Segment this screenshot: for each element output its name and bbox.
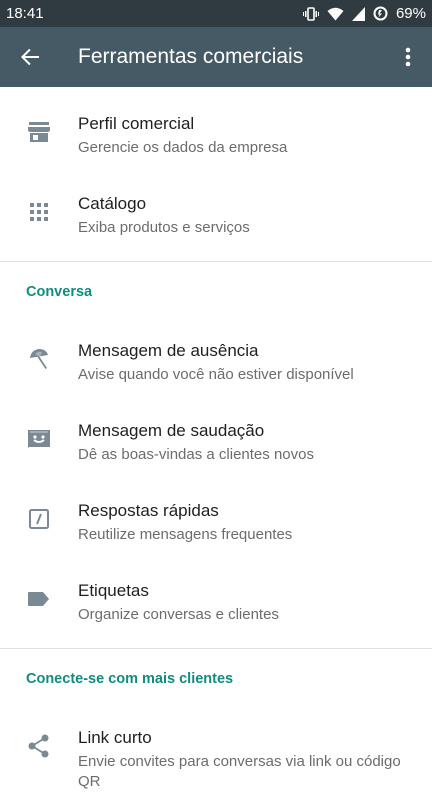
- signal-icon: [351, 6, 365, 21]
- share-icon: [26, 733, 52, 759]
- section-header-conversa: Conversa: [26, 284, 93, 300]
- item-subtitle: Dê as boas-vindas a clientes novos: [78, 446, 314, 463]
- status-bar: 18:41 69%: [0, 0, 432, 27]
- item-title: Respostas rápidas: [78, 501, 219, 520]
- item-title: Link curto: [78, 728, 152, 747]
- item-subtitle: Exiba produtos e serviços: [78, 219, 250, 236]
- data-saver-icon: [373, 6, 388, 21]
- item-title: Mensagem de saudação: [78, 421, 265, 440]
- back-button[interactable]: [0, 27, 60, 87]
- list-item-quick-replies[interactable]: Respostas rápidas Reutilize mensagens fr…: [0, 478, 432, 558]
- item-subtitle: Reutilize mensagens frequentes: [78, 526, 293, 543]
- status-icons: 69%: [302, 5, 426, 22]
- store-icon: [26, 119, 52, 145]
- list-item-business-profile[interactable]: Perfil comercial Gerencie os dados da em…: [0, 91, 432, 171]
- list-item-short-link[interactable]: Link curto Envie convites para conversas…: [0, 705, 432, 795]
- list-item-catalog[interactable]: Catálogo Exiba produtos e serviços: [0, 171, 432, 251]
- battery-level: 69%: [395, 5, 426, 22]
- wifi-icon: [327, 7, 344, 20]
- arrow-left-icon: [21, 48, 39, 66]
- item-subtitle: Avise quando você não estiver disponível: [78, 366, 354, 383]
- item-title: Perfil comercial: [78, 114, 195, 133]
- page-title: Ferramentas comerciais: [78, 45, 304, 68]
- item-title: Mensagem de ausência: [78, 341, 259, 360]
- list-item-away-message[interactable]: Mensagem de ausência Avise quando você n…: [0, 318, 432, 398]
- section-header-connect: Conecte-se com mais clientes: [26, 671, 234, 687]
- grid-icon: [26, 199, 52, 225]
- more-options-button[interactable]: [390, 27, 426, 87]
- item-title: Catálogo: [78, 194, 147, 213]
- status-time: 18:41: [6, 5, 44, 22]
- list-item-greeting-message[interactable]: Mensagem de saudação Dê as boas-vindas a…: [0, 398, 432, 478]
- list-item-labels[interactable]: Etiquetas Organize conversas e clientes: [0, 558, 432, 638]
- vibrate-icon: [302, 6, 319, 21]
- item-subtitle: Gerencie os dados da empresa: [78, 139, 288, 156]
- item-subtitle: Organize conversas e clientes: [78, 606, 279, 623]
- more-vert-icon: [405, 47, 411, 67]
- beach-umbrella-icon: [26, 346, 52, 372]
- label-icon: [26, 586, 52, 612]
- app-bar: Ferramentas comerciais: [0, 27, 432, 87]
- item-subtitle: Envie convites para conversas via link o…: [78, 753, 401, 790]
- settings-list: Perfil comercial Gerencie os dados da em…: [0, 87, 432, 795]
- greeting-icon: [26, 426, 52, 452]
- item-title: Etiquetas: [78, 581, 149, 600]
- quick-reply-icon: [26, 506, 52, 532]
